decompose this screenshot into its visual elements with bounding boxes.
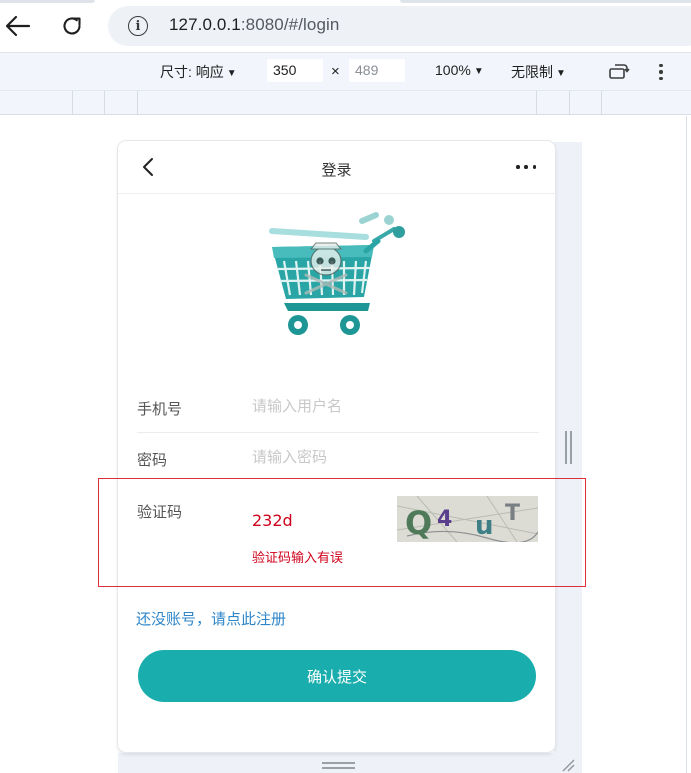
login-page: 登录 手机号 请输入用户名 密码 验证码 232d 验证码输入有误 Q 4 u … [118,141,555,752]
address-url[interactable]: 127.0.0.1:8080/#/login [169,15,339,35]
address-bar[interactable]: i 127.0.0.1:8080/#/login [108,6,691,46]
password-input[interactable] [252,448,452,466]
dimensions-label: 尺寸: 响应 [160,64,224,80]
tab-strip [0,0,691,3]
more-options-icon[interactable] [655,61,667,83]
site-info-icon[interactable]: i [128,16,148,36]
zoom-dropdown[interactable]: 100% ▼ [435,62,484,78]
nav-bar: 登录 [118,141,555,194]
tab-edge-right [400,0,691,3]
password-row: 密码 [137,448,539,479]
dimensions-dropdown[interactable]: 尺寸: 响应 ▼ [160,62,237,82]
resize-handle-bottom[interactable] [322,762,355,770]
times-symbol: × [331,63,340,80]
browser-back-button[interactable] [2,10,34,42]
media-query-ruler [0,90,691,115]
caret-down-icon: ▼ [473,66,484,77]
more-icon[interactable] [516,165,536,169]
arrow-left-icon [5,15,31,37]
captcha-highlight-box [98,478,586,587]
caret-down-icon: ▼ [556,68,566,79]
caret-down-icon: ▼ [226,68,237,79]
register-link[interactable]: 还没账号，请点此注册 [136,608,286,629]
browser-toolbar: i 127.0.0.1:8080/#/login [0,0,691,52]
zoom-label: 100% [435,62,471,78]
password-label: 密码 [137,451,168,469]
phone-label: 手机号 [137,400,183,418]
phone-row: 手机号 [137,397,539,428]
submit-button[interactable]: 确认提交 [138,650,536,702]
device-toolbar: 尺寸: 响应 ▼ 350 × 489 100% ▼ 无限制 ▼ [0,52,691,90]
url-path: :8080/#/login [240,15,340,34]
height-input[interactable]: 489 [349,59,405,82]
row-divider [137,432,539,433]
shopping-cart-logo-icon [269,212,405,335]
reload-icon [63,17,81,35]
throttle-dropdown[interactable]: 无限制 ▼ [511,62,566,82]
phone-input[interactable] [252,397,452,415]
width-input[interactable]: 350 [267,59,323,82]
throttle-label: 无限制 [511,64,553,80]
resize-handle-right[interactable] [565,431,573,464]
viewport-edge [686,116,687,773]
rotate-device-icon[interactable] [608,62,630,82]
page-title: 登录 [321,161,352,179]
tab-edge-left [0,0,95,3]
resize-corner-icon[interactable] [561,758,575,772]
browser-reload-button[interactable] [56,10,88,42]
url-host: 127.0.0.1 [169,15,241,34]
